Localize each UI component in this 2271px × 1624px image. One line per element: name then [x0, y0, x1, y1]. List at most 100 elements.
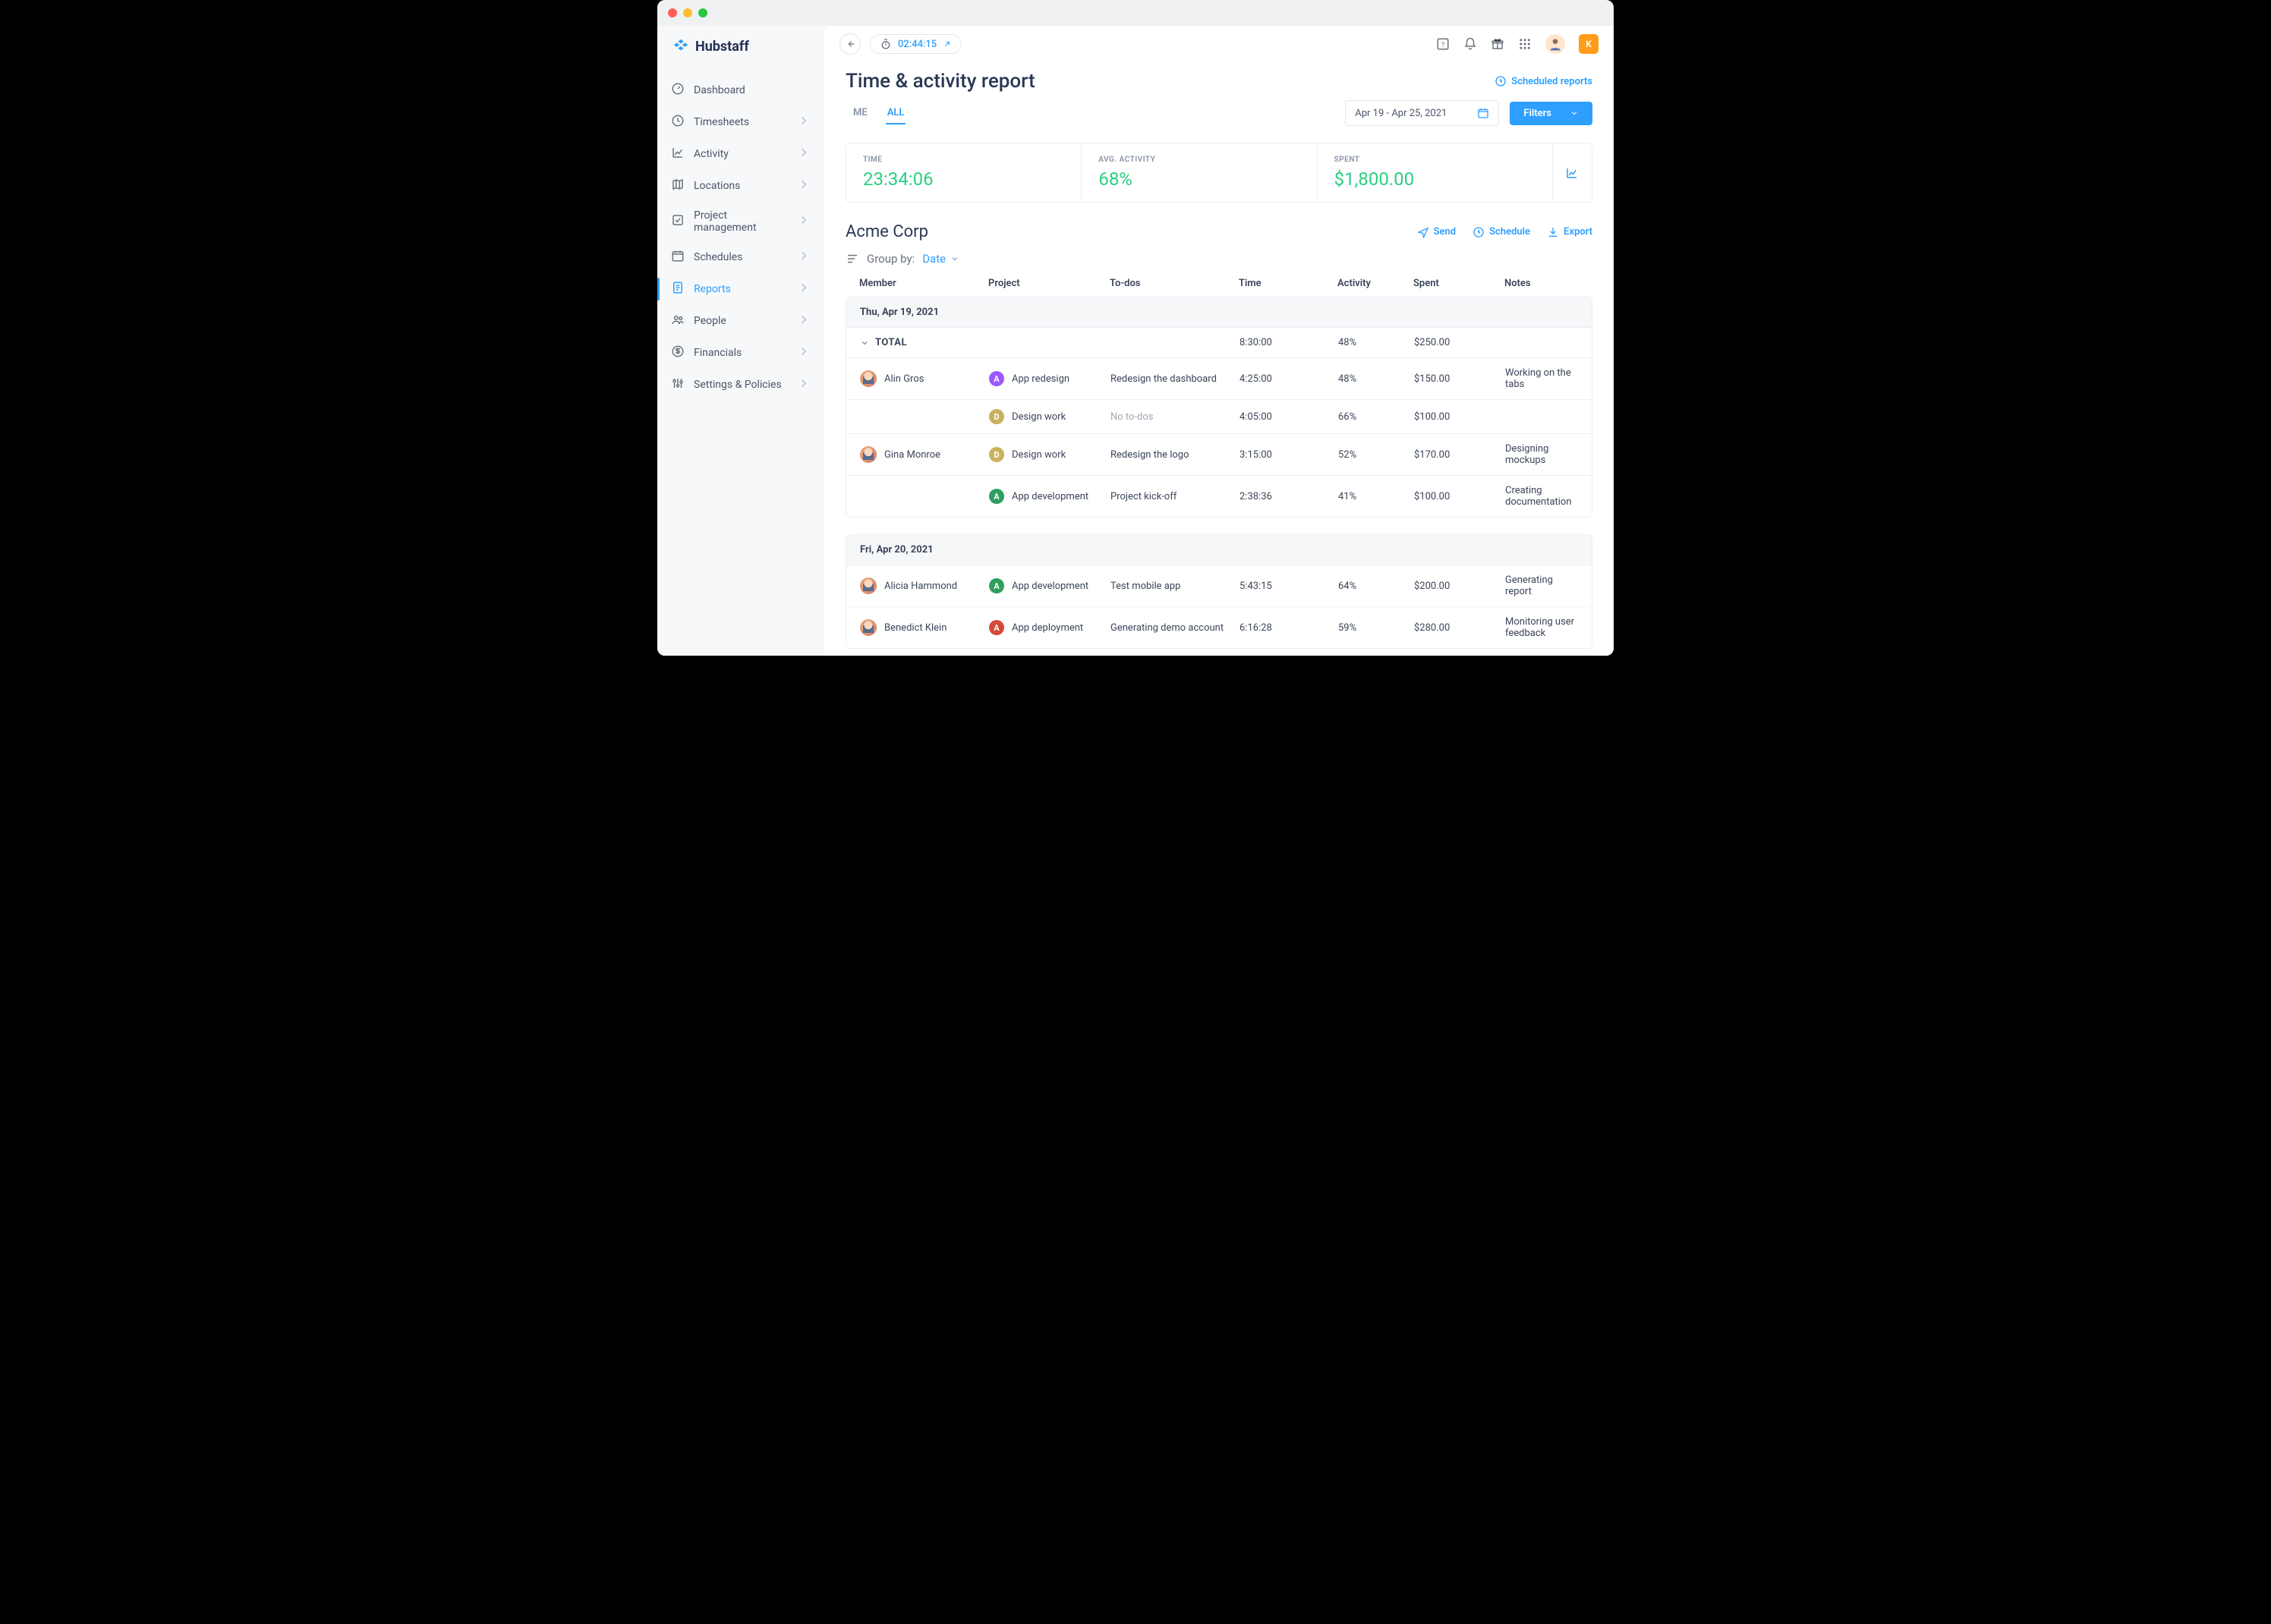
cell-time: 3:15:00 [1239, 449, 1338, 461]
send-button[interactable]: Send [1417, 226, 1457, 238]
bell-icon [1463, 37, 1477, 51]
table-row: D Design work No to-dos 4:05:00 66% $100… [846, 400, 1592, 434]
project-badge: A [989, 620, 1004, 635]
chevron-right-icon [797, 178, 811, 194]
date-range-picker[interactable]: Apr 19 - Apr 25, 2021 [1345, 100, 1499, 126]
timer-pill[interactable]: 02:44:15 [870, 34, 962, 54]
window-minimize-icon[interactable] [683, 8, 692, 17]
col-spent: Spent [1413, 278, 1504, 289]
table-row: Alicia Hammond A App development Test mo… [846, 565, 1592, 607]
sidebar-item-label: Activity [694, 148, 729, 160]
summary-time-label: TIME [863, 156, 1064, 164]
people-icon [671, 313, 685, 329]
sidebar-item-timesheets[interactable]: Timesheets [657, 106, 824, 138]
schedule-button[interactable]: Schedule [1473, 226, 1530, 238]
cell-activity: 64% [1338, 581, 1414, 592]
sidebar-item-reports[interactable]: Reports [657, 273, 824, 305]
apps-button[interactable] [1518, 37, 1532, 51]
filters-label: Filters [1523, 108, 1551, 119]
chevron-right-icon [797, 114, 811, 131]
sidebar-item-dashboard[interactable]: Dashboard [657, 74, 824, 106]
cell-spent: $200.00 [1414, 581, 1505, 592]
notifications-button[interactable] [1463, 37, 1477, 51]
sidebar-item-project-management[interactable]: Project management [657, 202, 824, 241]
cell-notes: Designing mockups [1505, 443, 1578, 466]
member-avatar [860, 370, 877, 387]
summary-chart-button[interactable] [1552, 143, 1592, 202]
sidebar-item-activity[interactable]: Activity [657, 138, 824, 170]
filters-button[interactable]: Filters [1510, 102, 1592, 125]
scheduled-reports-link[interactable]: Scheduled reports [1495, 75, 1592, 87]
brand[interactable]: Hubstaff [657, 26, 824, 70]
sidebar-item-settings-policies[interactable]: Settings & Policies [657, 369, 824, 401]
scheduled-reports-label: Scheduled reports [1511, 76, 1592, 87]
window-close-icon[interactable] [668, 8, 677, 17]
cell-project: D Design work [989, 447, 1110, 462]
summary-time: TIME 23:34:06 [846, 143, 1081, 202]
day-block: Thu, Apr 19, 2021 TOTAL 8:30:00 48% $250… [846, 297, 1592, 518]
export-button[interactable]: Export [1547, 226, 1592, 238]
grid-icon [1518, 37, 1532, 51]
clock-icon [1495, 75, 1507, 87]
help-button[interactable]: ? [1436, 37, 1450, 51]
col-notes: Notes [1504, 278, 1579, 289]
cell-project: D Design work [989, 409, 1110, 424]
cell-activity: 48% [1338, 373, 1414, 385]
table-row: A App development Project kick-off 2:38:… [846, 476, 1592, 517]
member-avatar [860, 446, 877, 463]
subtabs: ME ALL [852, 102, 906, 124]
sliders-icon [671, 376, 685, 393]
svg-text:?: ? [1441, 42, 1444, 49]
table-row: Benedict Klein A App deployment Generati… [846, 607, 1592, 648]
cell-todo: Redesign the logo [1110, 449, 1239, 461]
gift-button[interactable] [1491, 37, 1504, 51]
cell-project: A App development [989, 578, 1110, 593]
col-time: Time [1239, 278, 1337, 289]
report-icon [671, 281, 685, 297]
day-block: Fri, Apr 20, 2021 Alicia Hammond A App d… [846, 534, 1592, 649]
window-maximize-icon[interactable] [698, 8, 707, 17]
cell-project: A App redesign [989, 371, 1110, 386]
total-row: TOTAL 8:30:00 48% $250.00 [846, 328, 1592, 358]
list-icon [846, 252, 859, 266]
chevron-right-icon [797, 213, 811, 230]
cell-todo: Test mobile app [1110, 581, 1239, 592]
chevron-right-icon [797, 313, 811, 329]
main: 02:44:15 ? K Time & activity report [824, 26, 1614, 656]
cell-project: A App development [989, 489, 1110, 504]
gift-icon [1491, 37, 1504, 51]
user-avatar[interactable] [1545, 34, 1565, 54]
sidebar-item-schedules[interactable]: Schedules [657, 241, 824, 273]
project-badge: A [989, 371, 1004, 386]
chevron-right-icon [797, 281, 811, 297]
cell-time: 5:43:15 [1239, 581, 1338, 592]
groupby-value[interactable]: Date [922, 252, 959, 266]
page-title: Time & activity report [846, 70, 1035, 93]
timer-value: 02:44:15 [898, 39, 937, 50]
cell-todo: Redesign the dashboard [1110, 373, 1239, 385]
org-name: Acme Corp [846, 222, 928, 241]
chevron-down-icon [950, 254, 959, 263]
tab-me[interactable]: ME [852, 102, 869, 124]
date-range-value: Apr 19 - Apr 25, 2021 [1355, 108, 1447, 119]
cell-todo: Generating demo account [1110, 622, 1239, 634]
cell-todo: Project kick-off [1110, 491, 1239, 502]
back-button[interactable] [839, 33, 861, 55]
org-badge[interactable]: K [1579, 34, 1599, 54]
cell-member: Gina Monroe [860, 446, 989, 463]
nav-list: Dashboard Timesheets Activity Locations … [657, 70, 824, 401]
cell-notes: Working on the tabs [1505, 367, 1578, 390]
cell-spent: $100.00 [1414, 491, 1505, 502]
chevron-right-icon [797, 345, 811, 361]
sidebar-item-locations[interactable]: Locations [657, 170, 824, 202]
table-row: Alin Gros A App redesign Redesign the da… [846, 358, 1592, 400]
project-badge: D [989, 447, 1004, 462]
sidebar-item-people[interactable]: People [657, 305, 824, 337]
chevron-right-icon [797, 376, 811, 393]
sidebar-item-financials[interactable]: Financials [657, 337, 824, 369]
tab-all[interactable]: ALL [886, 102, 906, 124]
cell-activity: 66% [1338, 411, 1414, 423]
project-badge: A [989, 578, 1004, 593]
total-activity: 48% [1338, 337, 1414, 348]
total-label[interactable]: TOTAL [860, 337, 989, 348]
